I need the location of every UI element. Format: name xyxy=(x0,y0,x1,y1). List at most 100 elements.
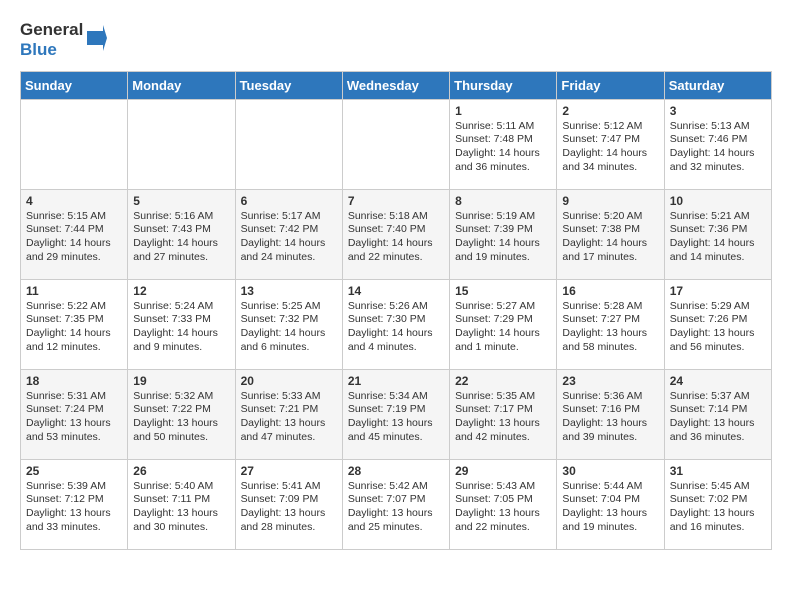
calendar-cell xyxy=(128,99,235,189)
day-info-line: Sunset: 7:44 PM xyxy=(26,223,122,237)
day-info-line: Sunrise: 5:24 AM xyxy=(133,300,229,314)
day-number: 30 xyxy=(562,464,658,478)
day-number: 18 xyxy=(26,374,122,388)
day-info-line: Sunrise: 5:43 AM xyxy=(455,480,551,494)
day-info-line: Sunrise: 5:16 AM xyxy=(133,210,229,224)
calendar-header-row: SundayMondayTuesdayWednesdayThursdayFrid… xyxy=(21,71,772,99)
calendar-cell: 7Sunrise: 5:18 AMSunset: 7:40 PMDaylight… xyxy=(342,189,449,279)
calendar-cell: 20Sunrise: 5:33 AMSunset: 7:21 PMDayligh… xyxy=(235,369,342,459)
day-number: 22 xyxy=(455,374,551,388)
day-info-line: Sunrise: 5:18 AM xyxy=(348,210,444,224)
day-info-line: Sunset: 7:46 PM xyxy=(670,133,766,147)
day-info-line: Sunrise: 5:37 AM xyxy=(670,390,766,404)
day-info-line: Sunrise: 5:45 AM xyxy=(670,480,766,494)
calendar-cell: 13Sunrise: 5:25 AMSunset: 7:32 PMDayligh… xyxy=(235,279,342,369)
day-info-line: Sunset: 7:39 PM xyxy=(455,223,551,237)
day-number: 17 xyxy=(670,284,766,298)
day-info-line: Sunset: 7:47 PM xyxy=(562,133,658,147)
day-info-line: Sunset: 7:14 PM xyxy=(670,403,766,417)
day-info-line: Sunset: 7:43 PM xyxy=(133,223,229,237)
calendar-cell: 4Sunrise: 5:15 AMSunset: 7:44 PMDaylight… xyxy=(21,189,128,279)
day-info-line: Sunrise: 5:28 AM xyxy=(562,300,658,314)
day-info-line: and 29 minutes. xyxy=(26,251,122,265)
day-number: 3 xyxy=(670,104,766,118)
calendar-cell: 21Sunrise: 5:34 AMSunset: 7:19 PMDayligh… xyxy=(342,369,449,459)
calendar-cell: 28Sunrise: 5:42 AMSunset: 7:07 PMDayligh… xyxy=(342,459,449,549)
day-info-line: Sunset: 7:42 PM xyxy=(241,223,337,237)
day-info-line: Sunset: 7:29 PM xyxy=(455,313,551,327)
day-info-line: Sunrise: 5:32 AM xyxy=(133,390,229,404)
day-number: 16 xyxy=(562,284,658,298)
day-info-line: Sunset: 7:33 PM xyxy=(133,313,229,327)
day-number: 9 xyxy=(562,194,658,208)
day-number: 28 xyxy=(348,464,444,478)
day-info-line: Sunrise: 5:20 AM xyxy=(562,210,658,224)
calendar-cell: 2Sunrise: 5:12 AMSunset: 7:47 PMDaylight… xyxy=(557,99,664,189)
day-info-line: Sunset: 7:16 PM xyxy=(562,403,658,417)
day-info-line: Daylight: 13 hours xyxy=(133,417,229,431)
day-info-line: Daylight: 13 hours xyxy=(26,507,122,521)
day-number: 11 xyxy=(26,284,122,298)
day-info-line: Sunrise: 5:26 AM xyxy=(348,300,444,314)
calendar-cell: 24 Sunrise: 5:37 AMSunset: 7:14 PMDayligh… xyxy=(664,369,771,459)
day-info-line: Daylight: 13 hours xyxy=(670,417,766,431)
day-info-line: Daylight: 13 hours xyxy=(562,507,658,521)
day-info-line: Sunset: 7:05 PM xyxy=(455,493,551,507)
calendar-cell: 25Sunrise: 5:39 AMSunset: 7:12 PMDayligh… xyxy=(21,459,128,549)
day-info-line: Daylight: 13 hours xyxy=(670,327,766,341)
day-number: 20 xyxy=(241,374,337,388)
day-info-line: and 33 minutes. xyxy=(26,521,122,535)
logo-general: General xyxy=(20,20,83,39)
day-info-line: Daylight: 14 hours xyxy=(670,237,766,251)
day-info-line: and 25 minutes. xyxy=(348,521,444,535)
day-info-line: Sunset: 7:09 PM xyxy=(241,493,337,507)
calendar-cell: 5Sunrise: 5:16 AMSunset: 7:43 PMDaylight… xyxy=(128,189,235,279)
calendar-week-row: 11Sunrise: 5:22 AMSunset: 7:35 PMDayligh… xyxy=(21,279,772,369)
day-header-saturday: Saturday xyxy=(664,71,771,99)
day-info-line: Daylight: 14 hours xyxy=(26,327,122,341)
day-info-line: Sunrise: 5:11 AM xyxy=(455,120,551,134)
day-info-line: Daylight: 13 hours xyxy=(455,507,551,521)
calendar-cell: 30Sunrise: 5:44 AMSunset: 7:04 PMDayligh… xyxy=(557,459,664,549)
calendar-cell: 12Sunrise: 5:24 AMSunset: 7:33 PMDayligh… xyxy=(128,279,235,369)
day-number: 4 xyxy=(26,194,122,208)
day-number: 26 xyxy=(133,464,229,478)
day-info-line: and 14 minutes. xyxy=(670,251,766,265)
calendar-cell: 29Sunrise: 5:43 AMSunset: 7:05 PMDayligh… xyxy=(450,459,557,549)
day-info-line: and 36 minutes. xyxy=(455,161,551,175)
day-info-line: Daylight: 13 hours xyxy=(241,417,337,431)
day-info-line: and 47 minutes. xyxy=(241,431,337,445)
calendar-table: SundayMondayTuesdayWednesdayThursdayFrid… xyxy=(20,71,772,550)
calendar-cell: 8Sunrise: 5:19 AMSunset: 7:39 PMDaylight… xyxy=(450,189,557,279)
day-info-line: Daylight: 14 hours xyxy=(455,147,551,161)
day-header-wednesday: Wednesday xyxy=(342,71,449,99)
day-header-monday: Monday xyxy=(128,71,235,99)
calendar-cell: 31Sunrise: 5:45 AMSunset: 7:02 PMDayligh… xyxy=(664,459,771,549)
day-info-line: and 30 minutes. xyxy=(133,521,229,535)
calendar-cell: 1Sunrise: 5:11 AMSunset: 7:48 PMDaylight… xyxy=(450,99,557,189)
day-number: 8 xyxy=(455,194,551,208)
calendar-cell: 9Sunrise: 5:20 AMSunset: 7:38 PMDaylight… xyxy=(557,189,664,279)
day-info-line: and 22 minutes. xyxy=(348,251,444,265)
day-info-line: Sunrise: 5:35 AM xyxy=(455,390,551,404)
day-number: 24 xyxy=(670,374,766,388)
day-info-line: Sunrise: 5:31 AM xyxy=(26,390,122,404)
day-number: 14 xyxy=(348,284,444,298)
page-header: GeneralBlue xyxy=(20,20,772,61)
day-number: 13 xyxy=(241,284,337,298)
day-info-line: Sunrise: 5:40 AM xyxy=(133,480,229,494)
day-info-line: Sunrise: 5:17 AM xyxy=(241,210,337,224)
day-info-line: Sunrise: 5:13 AM xyxy=(670,120,766,134)
day-info-line: Sunset: 7:11 PM xyxy=(133,493,229,507)
day-info-line: Sunset: 7:30 PM xyxy=(348,313,444,327)
day-info-line: Sunset: 7:24 PM xyxy=(26,403,122,417)
calendar-cell: 18Sunrise: 5:31 AMSunset: 7:24 PMDayligh… xyxy=(21,369,128,459)
calendar-cell: 3Sunrise: 5:13 AMSunset: 7:46 PMDaylight… xyxy=(664,99,771,189)
day-info-line: Sunset: 7:12 PM xyxy=(26,493,122,507)
day-info-line: Sunrise: 5:15 AM xyxy=(26,210,122,224)
day-info-line: and 22 minutes. xyxy=(455,521,551,535)
day-number: 6 xyxy=(241,194,337,208)
day-number: 2 xyxy=(562,104,658,118)
day-number: 10 xyxy=(670,194,766,208)
day-info-line: Sunset: 7:35 PM xyxy=(26,313,122,327)
